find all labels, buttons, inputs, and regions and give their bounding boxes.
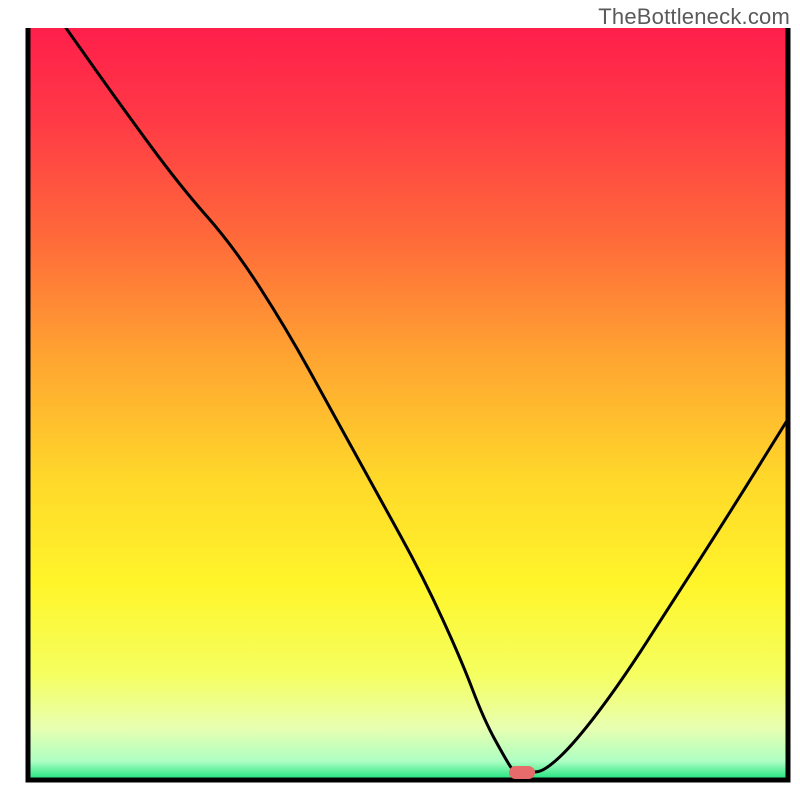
optimal-point-marker	[509, 766, 536, 779]
watermark-text: TheBottleneck.com	[598, 4, 790, 30]
plot-background-gradient	[28, 28, 788, 780]
chart-container: TheBottleneck.com	[0, 0, 800, 800]
bottleneck-chart	[0, 0, 800, 800]
